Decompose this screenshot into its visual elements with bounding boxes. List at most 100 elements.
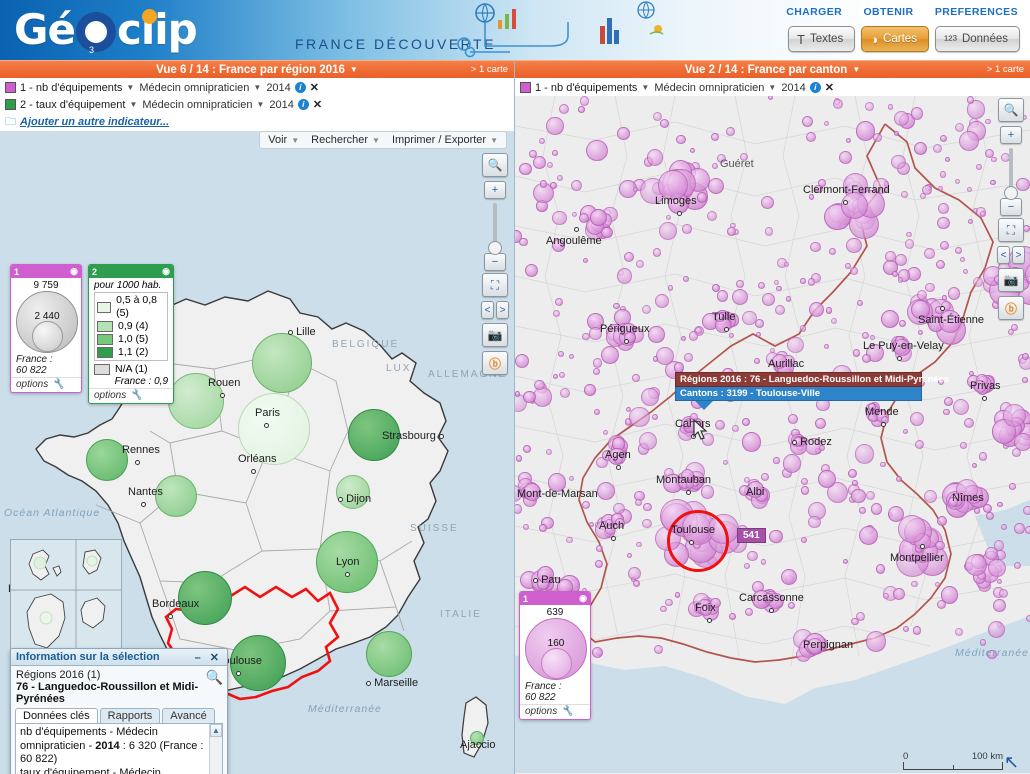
canton-bubble[interactable]	[939, 171, 947, 178]
canton-bubble[interactable]	[515, 391, 521, 397]
canton-bubble[interactable]	[658, 222, 677, 241]
canton-bubble[interactable]	[515, 504, 523, 514]
canton-bubble[interactable]	[986, 511, 995, 520]
canton-bubble[interactable]	[830, 318, 837, 325]
canton-bubble[interactable]	[993, 599, 1006, 612]
canton-bubble[interactable]	[747, 550, 758, 562]
canton-bubble[interactable]	[758, 281, 766, 290]
canton-bubble[interactable]	[683, 353, 693, 362]
canton-bubble[interactable]	[916, 289, 927, 301]
eye-icon[interactable]: ◉	[579, 593, 587, 604]
canton-bubble[interactable]	[966, 96, 975, 104]
canton-bubble[interactable]	[589, 522, 595, 528]
canton-bubble[interactable]	[559, 372, 566, 379]
canton-bubble[interactable]	[810, 241, 821, 253]
canton-bubble[interactable]	[638, 431, 657, 450]
canton-bubble[interactable]	[940, 241, 950, 251]
canton-bubble[interactable]	[933, 144, 943, 154]
canton-bubble[interactable]	[925, 282, 935, 292]
canton-bubble[interactable]	[845, 137, 852, 144]
indicator-row[interactable]: 2 - taux d'équipement ▼ Médecin omniprat…	[0, 96, 514, 113]
canton-bubble[interactable]	[910, 107, 924, 120]
tab-avance[interactable]: Avancé	[162, 708, 215, 723]
canton-bubble[interactable]	[959, 131, 980, 151]
canton-bubble[interactable]	[632, 374, 640, 382]
canton-bubble[interactable]	[632, 186, 638, 192]
canton-bubble[interactable]	[756, 332, 762, 338]
canton-bubble[interactable]	[760, 196, 774, 209]
right-more-maps-link[interactable]: > 1 carte	[987, 64, 1024, 75]
right-legend-1[interactable]: 1 ◉ 639 160 France :60 822 options 🔧	[519, 591, 591, 720]
canton-bubble[interactable]	[707, 210, 718, 221]
canton-bubble[interactable]	[579, 96, 590, 106]
canton-bubble[interactable]	[898, 319, 906, 328]
zoom-slider-knob[interactable]	[1004, 186, 1018, 200]
canton-bubble[interactable]	[735, 280, 744, 289]
canton-bubble[interactable]	[586, 140, 608, 162]
minimize-close-icons[interactable]: – ✕	[195, 651, 222, 664]
chevron-down-icon[interactable]: ▼	[256, 100, 264, 109]
zoom-slider[interactable]	[488, 203, 502, 255]
canton-bubble[interactable]	[515, 353, 530, 369]
canton-bubble[interactable]	[893, 588, 906, 601]
canton-bubble[interactable]	[800, 477, 808, 485]
canton-bubble[interactable]	[635, 259, 644, 268]
canton-bubble[interactable]	[975, 163, 983, 170]
indicator-year[interactable]: 2014	[781, 82, 805, 94]
canton-bubble[interactable]	[667, 285, 674, 291]
chevron-down-icon[interactable]: ▼	[126, 83, 134, 92]
canton-bubble[interactable]	[783, 262, 789, 268]
canton-bubble[interactable]	[880, 309, 900, 329]
zoom-rectangle-icon[interactable]: 🔍	[998, 98, 1024, 122]
canton-bubble[interactable]	[1023, 505, 1030, 516]
canton-bubble[interactable]	[906, 231, 913, 238]
canton-bubble[interactable]	[782, 454, 801, 473]
close-icon[interactable]: ✕	[313, 98, 322, 111]
canton-bubble[interactable]	[954, 178, 960, 184]
camera-snapshot-icon[interactable]: 📷	[998, 268, 1024, 292]
canton-bubble[interactable]	[891, 155, 906, 170]
canton-bubble[interactable]	[937, 216, 951, 230]
legend-1-options[interactable]: options 🔧	[11, 377, 81, 392]
canton-bubble[interactable]	[901, 191, 908, 199]
overseas-inset-panel[interactable]	[10, 539, 122, 661]
canton-bubble[interactable]	[773, 279, 780, 286]
indicator-year[interactable]: 2014	[269, 99, 293, 111]
canton-bubble[interactable]	[696, 192, 708, 203]
canton-bubble[interactable]	[939, 135, 948, 143]
tab-rapports[interactable]: Rapports	[99, 708, 161, 723]
canton-bubble[interactable]	[584, 384, 596, 396]
canton-bubble[interactable]	[829, 247, 837, 255]
canton-bubble[interactable]	[924, 490, 937, 504]
canton-bubble[interactable]	[947, 287, 961, 300]
canton-bubble[interactable]	[722, 459, 729, 466]
next-extent-icon[interactable]: >	[1012, 246, 1025, 264]
canton-bubble[interactable]	[971, 463, 977, 469]
canton-bubble[interactable]	[583, 257, 589, 263]
canton-bubble[interactable]	[861, 332, 869, 340]
zoom-out-button[interactable]: −	[1000, 198, 1022, 216]
nav-obtenir[interactable]: OBTENIR	[863, 6, 913, 18]
canton-bubble[interactable]	[839, 150, 853, 164]
canton-bubble[interactable]	[774, 305, 785, 316]
canton-bubble[interactable]	[522, 444, 532, 454]
canton-bubble[interactable]	[854, 444, 875, 464]
canton-bubble[interactable]	[525, 264, 539, 278]
canton-bubble[interactable]	[913, 142, 928, 156]
menu-rechercher[interactable]: Rechercher ▼	[306, 133, 385, 147]
canton-bubble[interactable]	[643, 502, 652, 512]
canton-bubble[interactable]	[959, 256, 965, 262]
region-bubble[interactable]	[252, 333, 312, 393]
canton-bubble[interactable]	[626, 553, 632, 559]
canton-bubble[interactable]	[884, 251, 896, 263]
canton-bubble[interactable]	[741, 432, 762, 453]
right-view-selector[interactable]: Vue 2 / 14 : France par canton ▼ > 1 car…	[515, 60, 1030, 78]
canton-bubble[interactable]	[911, 580, 918, 588]
canton-bubble[interactable]	[707, 177, 724, 194]
canton-bubble[interactable]	[582, 332, 591, 341]
canton-bubble[interactable]	[773, 457, 780, 464]
indicator-year[interactable]: 2014	[266, 82, 290, 94]
canton-bubble[interactable]	[897, 515, 926, 543]
canton-bubble[interactable]	[648, 326, 665, 343]
canton-bubble[interactable]	[1023, 225, 1030, 233]
